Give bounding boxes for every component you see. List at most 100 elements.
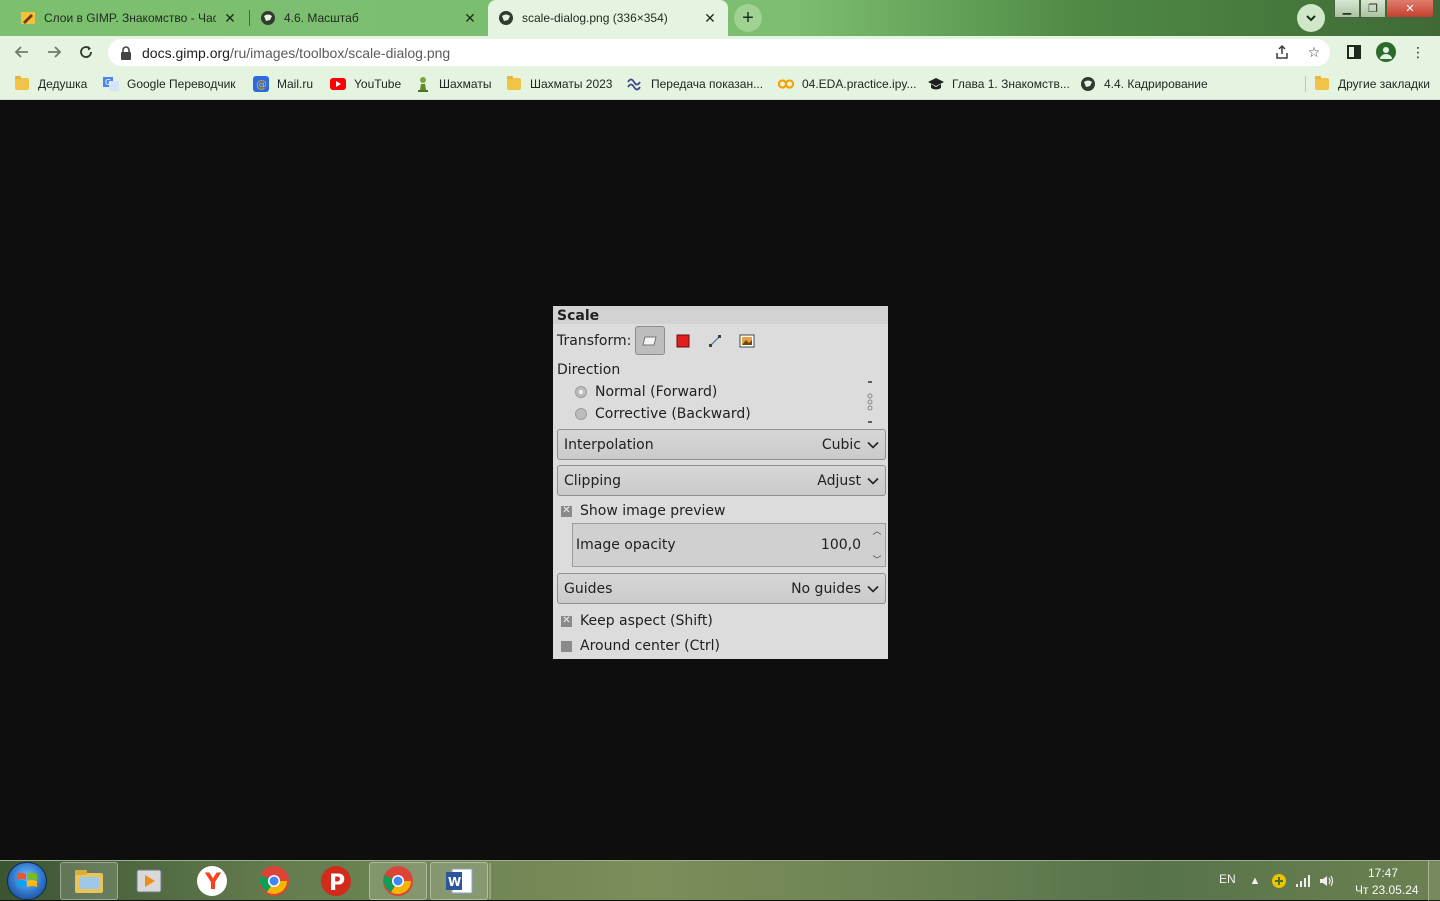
language-indicator[interactable]: EN — [1219, 872, 1236, 886]
bookmark-cropping[interactable]: 4.4. Кадрирование — [1080, 74, 1208, 94]
tab-gimp-layers[interactable]: Слои в GIMP. Знакомство - Част ✕ — [10, 0, 248, 36]
taskbar-explorer[interactable] — [60, 862, 118, 900]
start-button[interactable] — [7, 862, 47, 900]
globe-icon — [1080, 76, 1096, 92]
chrome-icon — [259, 866, 289, 896]
scale-dialog-image[interactable]: Scale Transform: Direction Normal (Forwa… — [553, 306, 888, 659]
bookmark-google-translate[interactable]: G Google Переводчик — [103, 74, 236, 94]
radio-selected-icon — [575, 386, 587, 398]
new-tab-button[interactable]: + — [734, 4, 762, 32]
bookmark-label: Дедушка — [38, 77, 88, 91]
chevron-down-icon — [867, 439, 879, 451]
folder-icon — [75, 870, 103, 893]
checkbox-checked-icon: ✕ — [561, 615, 572, 627]
lock-icon — [120, 45, 134, 60]
bookmark-star-icon[interactable]: ☆ — [1306, 44, 1322, 60]
bookmark-label: Глава 1. Знакомств... — [952, 77, 1070, 91]
tab-scale-dialog-image[interactable]: scale-dialog.png (336×354) ✕ — [488, 0, 728, 36]
tray-expand-icon[interactable]: ▲ — [1247, 873, 1263, 889]
combo-label: Guides — [564, 580, 613, 597]
arrow-left-icon — [14, 46, 28, 58]
bookmark-eda-practice[interactable]: 04.EDA.practice.ipy... — [778, 74, 917, 94]
bookmark-transfer[interactable]: Передача показан... — [627, 74, 763, 94]
chevron-down-icon — [867, 583, 879, 595]
profile-avatar-icon[interactable] — [1376, 42, 1396, 62]
radio-label: Corrective (Backward) — [595, 406, 751, 422]
bookmark-youtube[interactable]: YouTube — [330, 74, 401, 94]
checkbox-checked-icon: ✕ — [561, 505, 572, 517]
taskbar-media-player[interactable] — [120, 862, 178, 900]
tray-app-icon[interactable] — [1271, 873, 1287, 889]
windows-logo-icon — [17, 873, 37, 887]
scroll-handle-icon — [867, 381, 873, 423]
minimize-icon: ▁ — [1342, 3, 1352, 15]
arrow-right-icon — [48, 46, 62, 58]
folder-icon — [1314, 76, 1330, 92]
side-panel-icon[interactable] — [1344, 42, 1364, 62]
taskbar-divider — [489, 863, 491, 899]
globe-favicon-icon — [498, 10, 514, 26]
checkbox-label: Around center (Ctrl) — [580, 638, 720, 654]
restore-icon: ❐ — [1368, 3, 1378, 15]
back-button[interactable] — [10, 40, 34, 64]
network-signal-icon[interactable] — [1295, 873, 1311, 889]
dialog-title-bar — [553, 306, 888, 324]
bookmark-mailru[interactable]: @ Mail.ru — [253, 74, 313, 94]
taskbar-word[interactable]: W — [430, 862, 488, 900]
taskbar-chrome[interactable] — [245, 862, 303, 900]
restore-button[interactable]: ❐ — [1360, 0, 1386, 18]
close-icon: ✕ — [1405, 3, 1415, 15]
clock-time[interactable]: 17:47 — [1368, 866, 1398, 880]
svg-text:Y: Y — [204, 870, 222, 895]
spinner-label: Image opacity — [576, 537, 676, 553]
image-icon — [739, 334, 755, 347]
bookmark-label: Передача показан... — [651, 77, 764, 91]
bookmarks-bar: Дедушка G Google Переводчик @ Mail.ru Yo… — [0, 68, 1440, 100]
direction-corrective-radio: Corrective (Backward) — [575, 406, 751, 422]
layer-icon — [642, 336, 657, 345]
bookmark-label: Другие закладки — [1338, 77, 1430, 91]
taskbar-pomodoro-app[interactable]: P — [307, 862, 365, 900]
bookmark-dedushka[interactable]: Дедушка — [14, 74, 87, 94]
reload-button[interactable] — [74, 40, 98, 64]
around-center-checkbox: Around center (Ctrl) — [561, 638, 720, 654]
forward-button[interactable] — [42, 40, 66, 64]
address-bar[interactable]: docs.gimp.org/ru/images/toolbox/scale-di… — [108, 39, 1330, 66]
close-icon[interactable]: ✕ — [702, 10, 718, 26]
url-host: docs.gimp.org — [142, 44, 230, 61]
other-bookmarks-folder[interactable]: Другие закладки — [1314, 74, 1430, 94]
selection-icon — [676, 334, 690, 347]
tab-title: Слои в GIMP. Знакомство - Част — [44, 11, 216, 25]
clock-date[interactable]: Чт 23.05.24 — [1355, 883, 1419, 897]
taskbar-chrome-active[interactable] — [369, 862, 427, 900]
graduation-cap-icon — [928, 76, 944, 92]
show-desktop-button[interactable] — [1428, 861, 1440, 901]
mailru-icon: @ — [253, 76, 269, 92]
tab-title: 4.6. Масштаб — [284, 11, 359, 25]
tab-scale-page[interactable]: 4.6. Масштаб ✕ — [250, 0, 488, 36]
close-icon[interactable]: ✕ — [462, 10, 478, 26]
direction-normal-radio: Normal (Forward) — [575, 384, 717, 400]
checkbox-unchecked-icon — [561, 640, 572, 652]
browser-toolbar: docs.gimp.org/ru/images/toolbox/scale-di… — [0, 36, 1440, 68]
minimize-button[interactable]: ▁ — [1334, 0, 1360, 18]
close-icon[interactable]: ✕ — [222, 10, 238, 26]
radio-label: Normal (Forward) — [595, 384, 718, 400]
taskbar-yandex-browser[interactable]: Y — [183, 862, 241, 900]
menu-kebab-icon[interactable]: ⋮ — [1408, 42, 1428, 62]
share-icon[interactable] — [1274, 44, 1290, 60]
bookmark-chess[interactable]: Шахматы — [415, 74, 491, 94]
image-opacity-spinner: Image opacity 100,0 ︿ ﹀ — [572, 523, 886, 567]
window-close-button[interactable]: ✕ — [1386, 0, 1434, 18]
chess-pawn-icon — [415, 76, 431, 92]
clipping-combo: Clipping Adjust — [557, 465, 886, 496]
chevron-down-icon — [867, 475, 879, 487]
keep-aspect-checkbox: ✕ Keep aspect (Shift) — [561, 613, 713, 629]
combo-label: Clipping — [564, 472, 621, 489]
google-translate-icon: G — [103, 76, 119, 92]
tab-search-button[interactable] — [1297, 4, 1325, 32]
volume-icon[interactable] — [1319, 873, 1335, 889]
bookmark-chapter-1[interactable]: Глава 1. Знакомств... — [928, 74, 1070, 94]
spinner-arrows: ︿ ﹀ — [871, 524, 883, 566]
bookmark-chess-2023[interactable]: Шахматы 2023 — [506, 74, 612, 94]
